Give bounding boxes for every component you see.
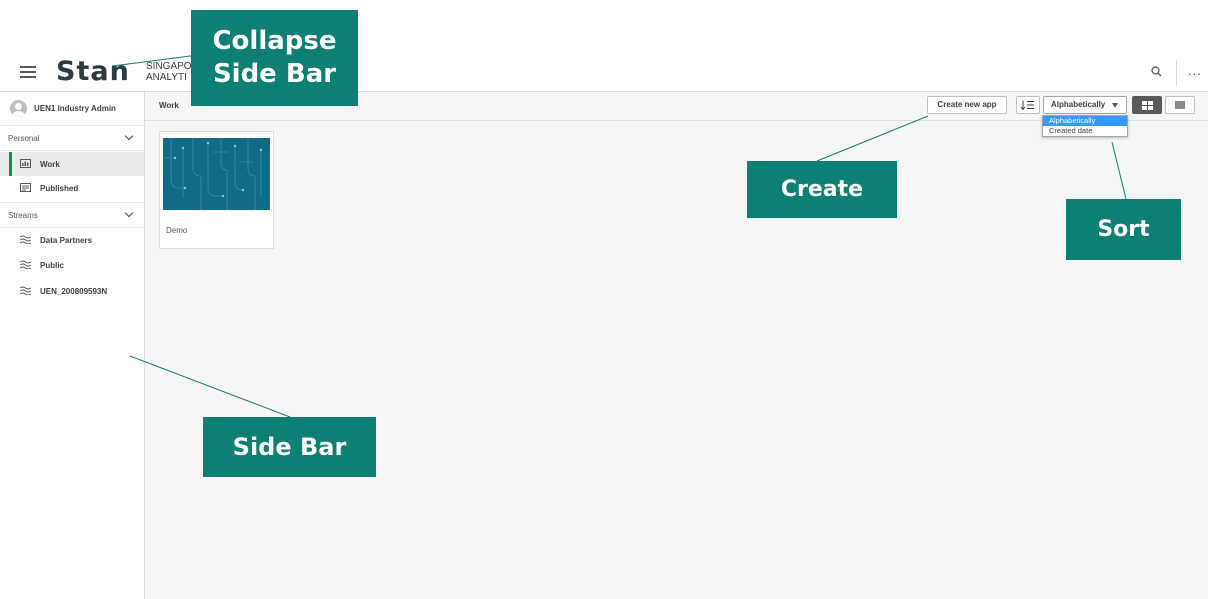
section-streams[interactable]: Streams <box>0 202 144 228</box>
app-thumbnail <box>163 138 270 210</box>
sidebar-item-label: Public <box>40 261 65 270</box>
stream-icon <box>20 235 31 244</box>
more-options-icon[interactable]: ... <box>1188 63 1202 78</box>
chevron-down-icon <box>124 208 134 218</box>
section-personal-label: Personal <box>8 134 40 143</box>
grid-view-icon <box>1141 101 1153 110</box>
circuit-pattern-image <box>163 138 263 210</box>
app-name: Demo <box>166 226 188 235</box>
search-icon[interactable] <box>1151 66 1162 77</box>
caret-down-icon <box>1112 103 1118 108</box>
published-icon <box>20 183 31 192</box>
sidebar-item-public[interactable]: Public <box>0 253 144 277</box>
sidebar-item-work[interactable]: Work <box>0 152 144 176</box>
sort-option-created-date[interactable]: Created date <box>1043 126 1127 136</box>
stream-icon <box>20 286 31 295</box>
main-content: Work Create new app Alphabetically Alpha… <box>145 92 1208 599</box>
chevron-down-icon <box>124 131 134 141</box>
hamburger-menu-icon[interactable] <box>20 64 36 78</box>
sort-option-alphabetically[interactable]: Alphabetically <box>1043 116 1127 126</box>
sidebar-item-label: UEN_200809593N <box>40 287 108 296</box>
section-personal[interactable]: Personal <box>0 126 144 151</box>
create-new-app-button[interactable]: Create new app <box>927 96 1007 114</box>
callout-sort: Sort <box>1066 199 1181 260</box>
logo-subtitle-line2: ANALYTI <box>146 72 187 83</box>
stan-logo: Stan <box>56 56 130 87</box>
sort-order-icon <box>1020 100 1034 111</box>
header-divider <box>1176 60 1177 86</box>
callout-collapse-line2: Side Bar <box>212 59 337 89</box>
work-icon <box>20 159 31 168</box>
sidebar-item-published[interactable]: Published <box>0 176 144 200</box>
side-bar: UEN1 Industry Admin Personal Work Publis… <box>0 92 145 599</box>
list-view-button[interactable] <box>1165 96 1195 114</box>
sort-dropdown-menu: Alphabetically Created date <box>1042 115 1128 137</box>
logo-subtitle: SINGAPO ANALYTI <box>146 61 192 83</box>
stream-icon <box>20 260 31 269</box>
sort-select[interactable]: Alphabetically <box>1043 96 1127 114</box>
user-profile[interactable]: UEN1 Industry Admin <box>0 92 144 126</box>
sidebar-item-label: Published <box>40 184 79 193</box>
avatar <box>10 100 27 117</box>
callout-create: Create <box>747 161 897 218</box>
section-streams-label: Streams <box>8 211 38 220</box>
sort-select-value: Alphabetically <box>1051 100 1106 109</box>
sidebar-item-label: Data Partners <box>40 236 93 245</box>
sidebar-item-label: Work <box>40 160 60 169</box>
sidebar-item-uen-stream[interactable]: UEN_200809593N <box>0 279 144 303</box>
callout-collapse-line1: Collapse <box>212 26 337 56</box>
sort-order-button[interactable] <box>1016 96 1040 114</box>
callout-collapse-side-bar: Collapse Side Bar <box>191 10 358 106</box>
list-view-icon <box>1175 101 1185 109</box>
grid-view-button[interactable] <box>1132 96 1162 114</box>
logo-subtitle-line1: SINGAPO <box>146 61 192 72</box>
user-name: UEN1 Industry Admin <box>34 104 116 113</box>
breadcrumb: Work <box>159 101 179 110</box>
callout-side-bar: Side Bar <box>203 417 376 477</box>
sidebar-item-data-partners[interactable]: Data Partners <box>0 228 144 252</box>
app-card[interactable]: Demo <box>159 131 274 249</box>
